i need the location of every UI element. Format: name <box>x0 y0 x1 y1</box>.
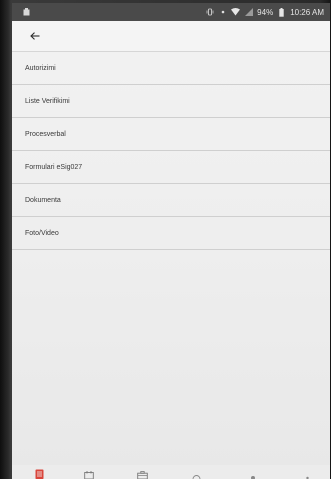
nav-profile-button[interactable] <box>246 469 260 479</box>
nav-more-button[interactable] <box>300 469 314 479</box>
menu-item-formulari-esig027[interactable]: Formulari eSig027 <box>12 151 330 184</box>
menu-item-label: Foto/Video <box>25 229 59 237</box>
menu-list: Autorizimi Liste Verifikimi Procesverbal… <box>12 52 330 250</box>
signal-dot-icon <box>218 8 227 17</box>
nav-briefcase-button[interactable] <box>135 469 149 479</box>
device-frame: 94% 10:26 AM Autorizimi Liste Verifikimi… <box>0 0 331 479</box>
app-bar <box>12 21 330 52</box>
menu-item-label: Procesverbal <box>25 130 66 138</box>
document-icon <box>35 469 43 479</box>
nav-calendar-button[interactable] <box>82 469 96 479</box>
menu-item-label: Formulari eSig027 <box>25 163 83 171</box>
clock-time: 10:26 AM <box>290 7 324 17</box>
battery-icon <box>277 7 286 17</box>
menu-item-liste-verifikimi[interactable]: Liste Verifikimi <box>12 85 330 118</box>
menu-item-label: Liste Verifikimi <box>25 97 70 105</box>
status-indicators: 94% 10:26 AM <box>205 3 324 21</box>
menu-item-dokumenta[interactable]: Dokumenta <box>12 184 330 217</box>
vibrate-icon <box>205 8 214 17</box>
nav-search-button[interactable] <box>189 469 203 479</box>
wifi-icon <box>231 8 241 17</box>
cellular-signal-icon <box>244 8 253 17</box>
menu-item-label: Dokumenta <box>25 196 61 204</box>
notification-icon <box>22 7 30 16</box>
briefcase-icon <box>136 471 148 479</box>
nav-documents-button[interactable] <box>32 469 46 479</box>
bottom-nav <box>12 465 330 479</box>
menu-item-autorizimi[interactable]: Autorizimi <box>12 52 330 85</box>
person-icon <box>251 476 255 479</box>
menu-item-label: Autorizimi <box>25 64 56 72</box>
status-bar: 94% 10:26 AM <box>12 3 330 21</box>
device-screen: 94% 10:26 AM Autorizimi Liste Verifikimi… <box>12 3 330 479</box>
calendar-icon <box>84 471 94 479</box>
menu-item-procesverbal[interactable]: Procesverbal <box>12 118 330 151</box>
arrow-left-icon <box>30 32 40 40</box>
search-icon <box>192 475 200 479</box>
battery-percent: 94% <box>257 7 274 17</box>
menu-item-foto-video[interactable]: Foto/Video <box>12 217 330 250</box>
back-button[interactable] <box>26 27 44 45</box>
